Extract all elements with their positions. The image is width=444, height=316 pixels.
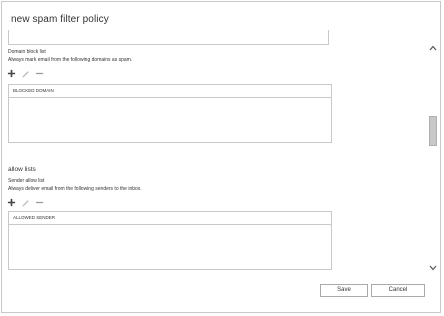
allowed-sender-list[interactable]: ALLOWED SENDER bbox=[8, 211, 332, 270]
remove-icon[interactable] bbox=[35, 198, 44, 207]
edit-icon[interactable] bbox=[21, 69, 30, 78]
allowed-sender-column-header[interactable]: ALLOWED SENDER bbox=[9, 212, 331, 225]
add-icon[interactable] bbox=[7, 69, 16, 78]
scroll-up-icon[interactable] bbox=[428, 44, 438, 52]
save-button[interactable]: Save bbox=[320, 284, 368, 297]
allow-list-label: Sender allow list bbox=[8, 178, 45, 184]
block-list-label: Domain block list bbox=[8, 49, 46, 55]
allow-list-description: Always deliver email from the following … bbox=[8, 186, 142, 192]
previous-section-box bbox=[8, 30, 329, 45]
blocked-domain-column-header[interactable]: BLOCKED DOMAIN bbox=[9, 85, 331, 98]
dialog-window: new spam filter policy Domain block list… bbox=[1, 1, 441, 313]
scrollbar-thumb[interactable] bbox=[429, 116, 437, 146]
allow-list-toolbar bbox=[7, 197, 44, 207]
block-list-toolbar bbox=[7, 68, 44, 78]
scroll-down-icon[interactable] bbox=[428, 264, 438, 272]
cancel-button[interactable]: Cancel bbox=[371, 284, 425, 297]
remove-icon[interactable] bbox=[35, 69, 44, 78]
vertical-scrollbar[interactable] bbox=[428, 44, 438, 274]
edit-icon[interactable] bbox=[21, 198, 30, 207]
scroll-content: Domain block list Always mark email from… bbox=[2, 30, 430, 278]
add-icon[interactable] bbox=[7, 198, 16, 207]
dialog-title: new spam filter policy bbox=[11, 14, 109, 25]
blocked-domain-list[interactable]: BLOCKED DOMAIN bbox=[8, 84, 332, 143]
block-list-description: Always mark email from the following dom… bbox=[8, 57, 133, 63]
allow-lists-heading: allow lists bbox=[8, 166, 36, 173]
